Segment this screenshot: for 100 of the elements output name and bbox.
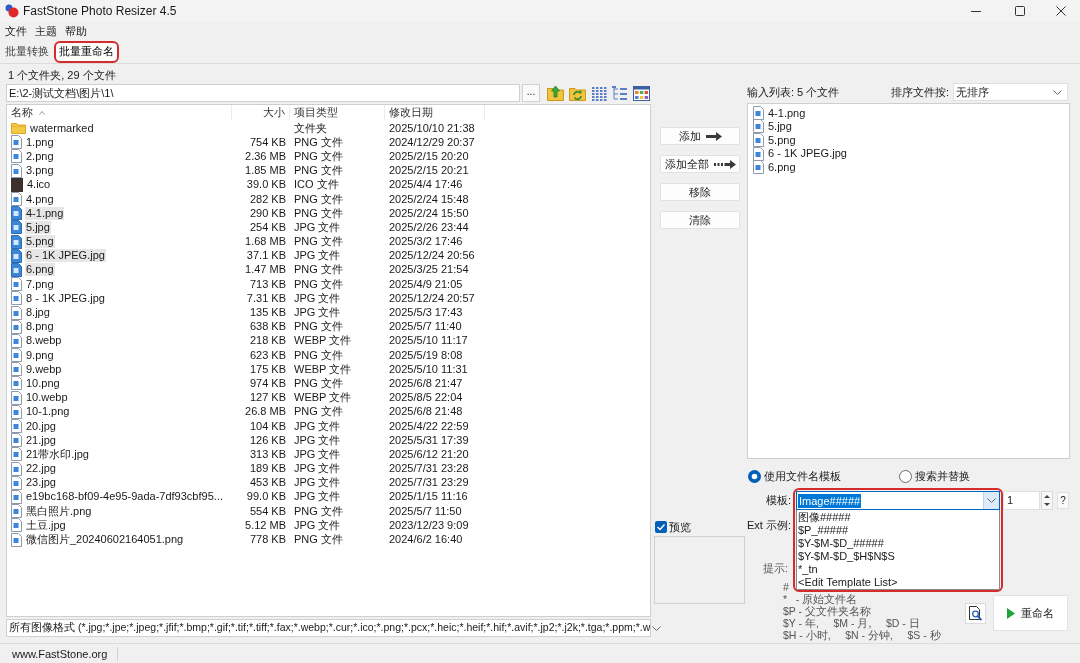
menu-item[interactable]: 主题 — [35, 23, 57, 39]
file-name[interactable]: 10.webp — [25, 391, 69, 405]
radio-option[interactable]: 搜索并替换 — [899, 467, 970, 485]
dropdown-option[interactable]: $P_##### — [797, 524, 999, 537]
dropdown-option[interactable]: $Y-$M-$D_$H$N$S — [797, 550, 999, 563]
file-name[interactable]: 1.png — [25, 135, 55, 149]
tab[interactable]: 批量重命名 — [54, 40, 119, 63]
file-name[interactable]: 9.png — [25, 348, 55, 362]
file-name[interactable]: 4.ico — [26, 178, 52, 192]
spin-up-button[interactable] — [1042, 492, 1052, 501]
image-file-icon — [11, 262, 22, 277]
help-button[interactable]: ? — [1057, 492, 1069, 509]
browse-button[interactable]: ... — [522, 84, 540, 102]
tab[interactable]: 批量转换 — [0, 40, 54, 63]
column-header[interactable]: 名称 — [11, 106, 45, 119]
file-name[interactable]: 5.jpg — [25, 220, 51, 234]
radio-option[interactable]: 使用文件名模板 — [747, 467, 841, 485]
window-title: FastStone Photo Resizer 4.5 — [23, 3, 177, 20]
list-action-button[interactable]: 添加全部 — [660, 155, 740, 173]
file-type: PNG 文件 — [294, 235, 343, 248]
image-file-icon — [11, 220, 22, 235]
file-date: 2025/5/7 11:40 — [389, 320, 462, 333]
image-file-icon — [753, 133, 764, 147]
file-type: WEBP 文件 — [294, 362, 352, 375]
file-name[interactable]: watermarked — [29, 121, 95, 135]
file-type: JPG 文件 — [294, 462, 341, 475]
image-file-icon — [11, 192, 22, 207]
list-action-button[interactable]: 清除 — [660, 211, 740, 229]
start-number-field[interactable]: 1 — [1003, 491, 1040, 510]
dropdown-option[interactable]: 图像##### — [797, 511, 999, 524]
list-action-button[interactable]: 添加 — [660, 127, 740, 145]
image-file-icon — [11, 362, 22, 377]
image-file-icon — [11, 489, 22, 504]
file-type: PNG 文件 — [294, 504, 343, 517]
rename-button[interactable]: 重命名 — [993, 595, 1068, 631]
file-name[interactable]: 8 - 1K JPEG.jpg — [25, 291, 106, 305]
dropdown-option[interactable]: *_tn — [797, 563, 999, 576]
tree-list-icon[interactable] — [612, 85, 628, 101]
file-name[interactable]: 土豆.jpg — [25, 518, 67, 532]
dropdown-option[interactable]: <Edit Template List> — [797, 576, 999, 589]
path-field[interactable]: E:\2-测试文档\图片\1\ — [6, 84, 520, 102]
file-name[interactable]: 6 - 1K JPEG.jpg — [25, 249, 106, 263]
file-type: PNG 文件 — [294, 533, 343, 546]
file-name[interactable]: 10-1.png — [25, 405, 71, 419]
image-file-icon — [11, 518, 22, 533]
folder-icon — [11, 122, 26, 135]
file-name[interactable]: 4.png — [25, 192, 55, 206]
dropdown-option[interactable]: $Y-$M-$D_##### — [797, 537, 999, 550]
file-name[interactable]: 21带水印.jpg — [25, 447, 90, 461]
preview-button[interactable] — [965, 602, 986, 624]
file-name[interactable]: 9.webp — [25, 362, 63, 376]
maximize-icon — [1015, 6, 1025, 16]
file-name[interactable]: 23.jpg — [25, 476, 57, 490]
column-header[interactable]: 修改日期 — [389, 106, 433, 119]
file-size: 37.1 KB — [246, 249, 286, 263]
file-name[interactable]: e19bc168-bf09-4e95-9ada-7df93cbf95... — [25, 490, 224, 504]
sort-dropdown[interactable]: 无排序 — [953, 83, 1068, 101]
folder-up-icon[interactable] — [547, 85, 564, 101]
file-name[interactable]: 2.png — [25, 149, 55, 163]
file-name[interactable]: 22.jpg — [25, 462, 57, 476]
file-name[interactable]: 20.jpg — [25, 419, 57, 433]
file-size: 126 KB — [249, 433, 286, 447]
dropdown-toggle[interactable] — [983, 492, 999, 509]
folder-refresh-icon[interactable] — [569, 85, 586, 101]
file-name[interactable]: 5.png — [25, 235, 55, 249]
column-header[interactable]: 项目类型 — [294, 106, 338, 119]
file-name[interactable]: 黑白照片.png — [25, 504, 93, 518]
image-file-icon — [11, 419, 22, 434]
dashed-arrow-icon — [713, 159, 736, 169]
file-size: 175 KB — [249, 362, 286, 376]
image-file-icon — [11, 532, 22, 547]
file-name[interactable]: 8.png — [25, 320, 55, 334]
file-date: 2025/7/31 23:29 — [389, 476, 469, 489]
grid-view-icon[interactable] — [591, 85, 607, 101]
list-action-button[interactable]: 移除 — [660, 183, 740, 201]
menu-item[interactable]: 帮助 — [65, 23, 87, 39]
file-name[interactable]: 8.jpg — [25, 306, 51, 320]
file-name[interactable]: 8.webp — [25, 334, 63, 348]
file-type: PNG 文件 — [294, 206, 343, 219]
file-name[interactable]: 3.png — [25, 164, 55, 178]
menu-item[interactable]: 文件 — [5, 23, 27, 39]
file-name[interactable]: 微信图片_20240602164051.png — [25, 533, 185, 547]
file-name[interactable]: 21.jpg — [25, 433, 57, 447]
file-name[interactable]: 6.png — [25, 263, 55, 277]
file-size: 554 KB — [249, 504, 286, 518]
image-file-icon — [11, 333, 22, 348]
file-type: JPG 文件 — [294, 291, 341, 304]
sort-caret-icon — [39, 110, 45, 115]
column-header[interactable]: 大小 — [263, 106, 285, 119]
file-name[interactable]: 7.png — [25, 277, 55, 291]
file-type: PNG 文件 — [294, 376, 343, 389]
thumbnail-view-icon[interactable] — [633, 85, 650, 101]
image-file-icon — [11, 433, 22, 448]
file-type: PNG 文件 — [294, 348, 343, 361]
image-file-icon — [11, 404, 22, 419]
template-combobox[interactable]: Image##### — [796, 491, 1000, 510]
spin-down-button[interactable] — [1042, 500, 1052, 509]
file-name[interactable]: 10.png — [25, 376, 61, 390]
file-name[interactable]: 4-1.png — [25, 206, 65, 220]
preview-checkbox[interactable]: 预览 — [655, 520, 691, 534]
